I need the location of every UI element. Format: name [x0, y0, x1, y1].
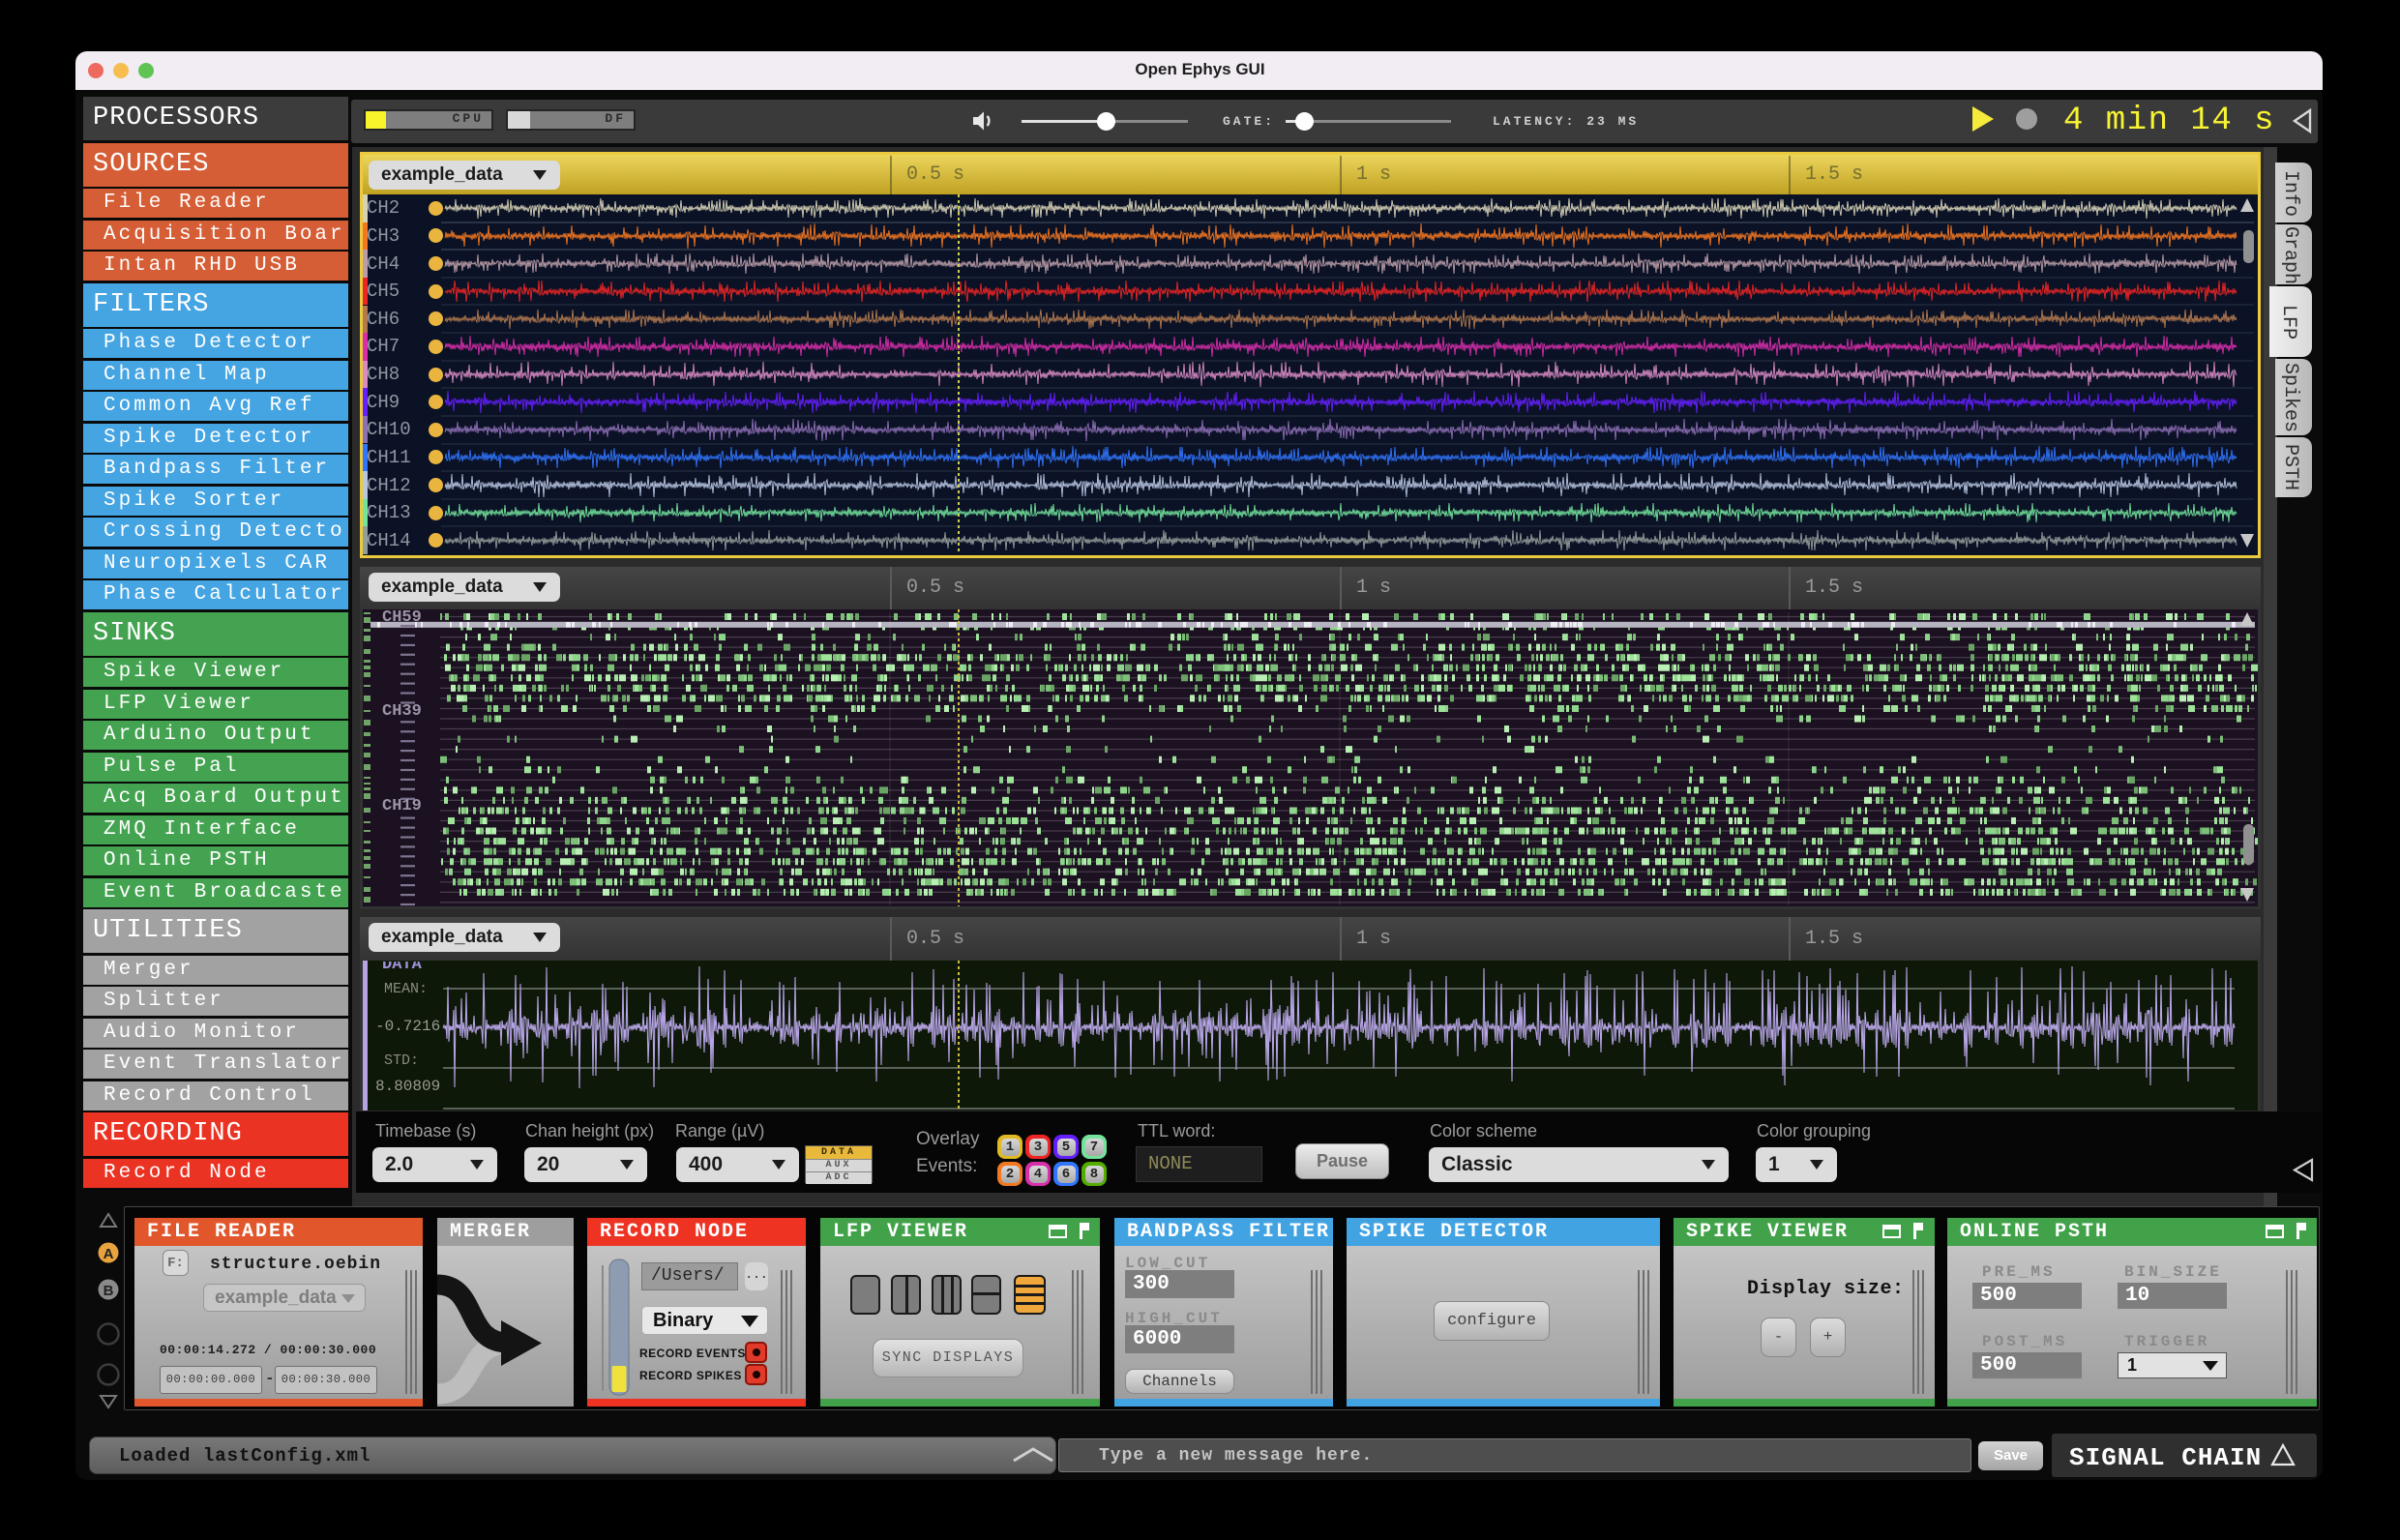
svg-text:B: B [104, 1283, 114, 1299]
svg-text:A: A [104, 1246, 114, 1262]
